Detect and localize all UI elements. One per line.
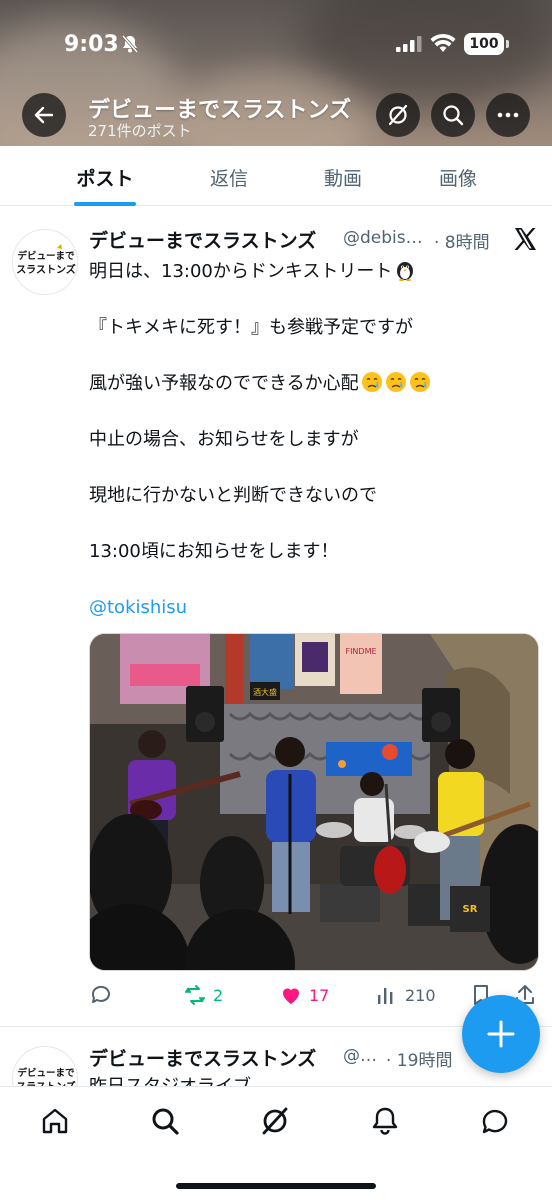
svg-text:デビューまで: デビューまで — [17, 250, 75, 262]
nav-notifications[interactable] — [367, 1103, 403, 1139]
post-line: 『トキメキに死す！』も参戦予定ですが — [89, 317, 413, 338]
post-image[interactable]: FINDME 酒大盛 SR — [89, 633, 539, 971]
compose-plus-icon — [487, 1020, 515, 1048]
battery-indicator: 100 — [464, 33, 504, 55]
reply-button[interactable] — [89, 983, 113, 1007]
retweet-icon — [185, 985, 205, 1005]
profile-header: 9:03 100 デビューまでスラストンズ 271件のポスト — [0, 0, 552, 146]
retweet-count: 2 — [213, 985, 224, 1005]
messages-icon — [482, 1109, 508, 1134]
post-author-name[interactable]: デビューまでスラストンズ — [89, 226, 316, 253]
retweet-button[interactable]: 2 — [183, 983, 223, 1007]
post-timestamp[interactable]: · 8時間 — [434, 228, 490, 253]
post-author-handle[interactable]: @… — [343, 1046, 377, 1066]
post-count: 271件のポスト — [88, 122, 192, 140]
notifications-icon — [372, 1107, 398, 1135]
heart-icon — [283, 988, 299, 1004]
crying-face-emoji-icon — [409, 372, 430, 392]
post-line: 現地に行かないと判断できないので — [89, 485, 377, 506]
like-button[interactable]: 17 — [279, 983, 329, 1007]
post-line: 中止の場合、お知らせをしますが — [89, 429, 359, 450]
post-author-handle[interactable]: @debis… — [343, 228, 423, 248]
home-indicator — [176, 1183, 376, 1189]
nav-messages[interactable] — [477, 1103, 513, 1139]
more-icon — [497, 112, 519, 118]
post-line: 明日は、13:00からドンキストリート — [89, 259, 539, 285]
post-line: @tokishisu — [89, 595, 539, 621]
search-button[interactable] — [431, 93, 475, 137]
post-text: 明日は、13:00からドンキストリート 『トキメキに死す！』も参戦予定ですが 風… — [89, 259, 539, 651]
views-icon — [378, 988, 393, 1004]
profile-tabs: ポスト 返信 動画 画像 — [0, 146, 552, 206]
post-line: 13:00頃にお知らせをします！ — [89, 541, 339, 562]
svg-text:FINDME: FINDME — [345, 647, 376, 656]
tab-images[interactable]: 画像 — [427, 164, 489, 191]
mention-link[interactable]: @tokishisu — [89, 597, 187, 618]
view-count: 210 — [405, 985, 436, 1005]
svg-text:デビューまで: デビューまで — [17, 1067, 75, 1079]
back-arrow-icon — [34, 106, 54, 124]
tab-posts[interactable]: ポスト — [74, 164, 136, 191]
grok-icon — [388, 104, 408, 126]
more-button[interactable] — [486, 93, 530, 137]
reply-icon — [91, 985, 110, 1003]
post[interactable]: デビューまで スラストンズ デビューまでスラストンズ @debis… · 8時間… — [0, 207, 552, 1027]
wifi-icon — [430, 33, 456, 52]
bell-muted-icon — [121, 35, 139, 53]
status-bar: 9:03 100 — [0, 0, 552, 90]
avatar[interactable]: デビューまで スラストンズ — [12, 229, 78, 295]
search-icon — [152, 1108, 179, 1135]
grok-icon — [262, 1107, 288, 1135]
bottom-nav — [0, 1086, 552, 1200]
nav-grok[interactable] — [257, 1103, 293, 1139]
svg-text:酒大盛: 酒大盛 — [253, 687, 277, 697]
tab-replies[interactable]: 返信 — [198, 164, 260, 191]
svg-text:スラストンズ: スラストンズ — [16, 263, 76, 276]
avatar[interactable]: デビューまで スラストンズ — [12, 1046, 78, 1088]
active-tab-indicator — [74, 202, 136, 206]
post-author-name[interactable]: デビューまでスラストンズ — [89, 1044, 316, 1071]
like-count: 17 — [309, 985, 330, 1005]
x-logo-icon — [514, 228, 536, 250]
status-time: 9:03 — [64, 32, 119, 57]
post-timestamp[interactable]: · 19時間 — [386, 1046, 452, 1071]
back-button[interactable] — [22, 93, 66, 137]
grok-button[interactable] — [376, 93, 420, 137]
penguin-emoji-icon — [397, 262, 414, 281]
nav-home[interactable] — [37, 1103, 73, 1139]
post-line: 風が強い予報なのでできるか心配 — [89, 371, 539, 397]
search-icon — [443, 105, 464, 126]
views-button[interactable]: 210 — [375, 983, 436, 1007]
crying-face-emoji-icon — [385, 372, 406, 392]
svg-text:SR: SR — [463, 904, 478, 915]
tab-videos[interactable]: 動画 — [312, 164, 374, 191]
nav-explore[interactable] — [147, 1103, 183, 1139]
compose-button[interactable] — [462, 995, 540, 1073]
crying-face-emoji-icon — [361, 372, 382, 392]
home-icon — [42, 1108, 68, 1134]
signal-icon — [396, 36, 422, 52]
